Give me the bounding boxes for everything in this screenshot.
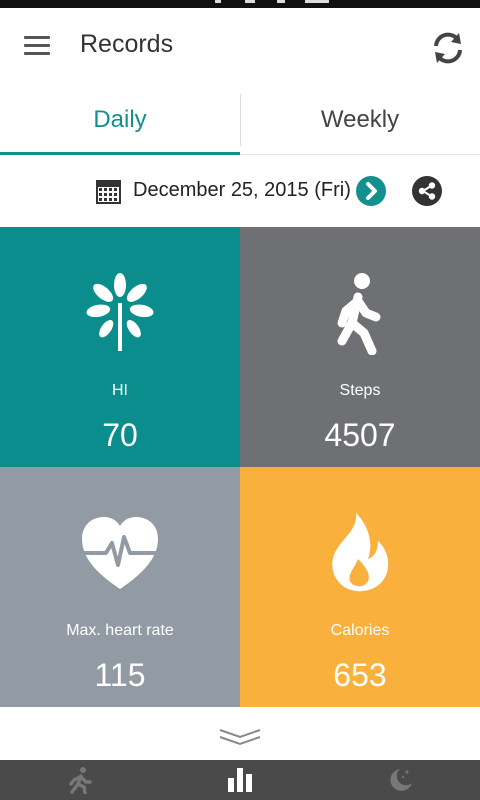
tile-hi[interactable]: HI 70 bbox=[0, 227, 240, 467]
refresh-icon[interactable] bbox=[428, 28, 468, 68]
hamburger-menu-icon[interactable] bbox=[24, 36, 50, 56]
tab-weekly[interactable]: Weekly bbox=[240, 88, 480, 154]
app-bar: Records bbox=[0, 8, 480, 84]
status-bar bbox=[0, 0, 480, 8]
tile-label: Calories bbox=[330, 622, 390, 639]
nav-records[interactable] bbox=[160, 760, 320, 800]
bar-chart-icon bbox=[228, 768, 252, 792]
tile-max-heart-rate[interactable]: Max. heart rate 115 bbox=[0, 467, 240, 707]
flame-icon bbox=[320, 511, 400, 595]
selected-date[interactable]: December 25, 2015 (Fri) bbox=[133, 179, 351, 202]
heart-rate-icon bbox=[80, 511, 160, 595]
tab-bar: Daily Weekly bbox=[0, 88, 480, 158]
tile-value: 653 bbox=[333, 657, 387, 693]
tile-steps[interactable]: Steps 4507 bbox=[240, 227, 480, 467]
calendar-icon[interactable] bbox=[95, 179, 122, 205]
tile-value: 70 bbox=[102, 417, 138, 453]
tile-label: Max. heart rate bbox=[66, 622, 174, 639]
moon-stars-icon bbox=[390, 769, 412, 791]
double-chevron-down-icon[interactable] bbox=[200, 720, 280, 756]
tab-selected-indicator bbox=[0, 152, 240, 155]
running-person-icon bbox=[69, 767, 92, 794]
share-icon[interactable] bbox=[412, 176, 442, 206]
page-title: Records bbox=[80, 30, 174, 58]
chevron-right-icon[interactable] bbox=[356, 176, 386, 206]
tile-calories[interactable]: Calories 653 bbox=[240, 467, 480, 707]
nav-activity[interactable] bbox=[0, 760, 160, 800]
status-icons bbox=[215, 0, 335, 4]
date-bar: December 25, 2015 (Fri) bbox=[0, 164, 480, 224]
tile-value: 115 bbox=[94, 657, 146, 693]
tab-daily[interactable]: Daily bbox=[0, 88, 240, 154]
tile-value: 4507 bbox=[324, 417, 396, 453]
walking-person-icon bbox=[320, 271, 400, 356]
tile-label: HI bbox=[112, 382, 128, 399]
bottom-nav bbox=[0, 760, 480, 800]
tile-label: Steps bbox=[339, 382, 381, 399]
tree-icon bbox=[80, 271, 160, 355]
nav-sleep[interactable] bbox=[320, 760, 480, 800]
